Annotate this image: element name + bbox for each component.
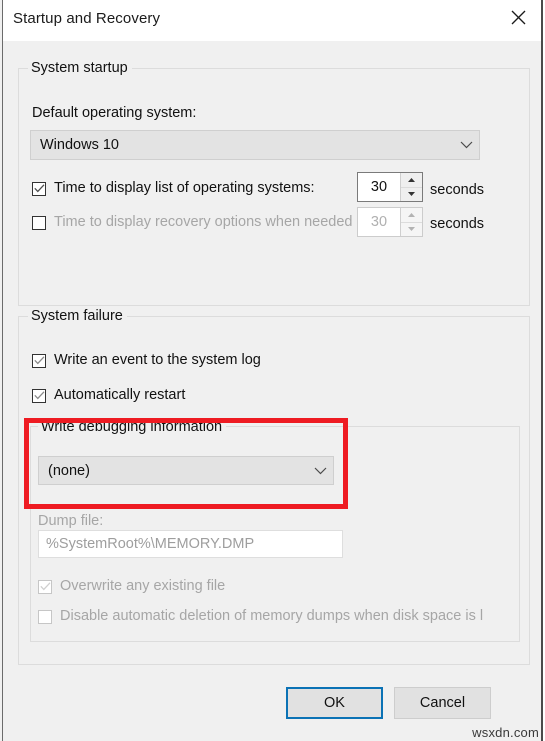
check-icon: [33, 356, 44, 365]
window-title: Startup and Recovery: [13, 10, 161, 27]
startup-and-recovery-dialog: Startup and Recovery System startup Defa…: [0, 0, 545, 741]
stepper-down-icon[interactable]: [401, 188, 422, 202]
check-icon: [39, 582, 50, 591]
write-event-label: Write an event to the system log: [54, 352, 261, 368]
time-to-display-list-stepper[interactable]: 30: [357, 172, 423, 202]
dump-file-label: Dump file:: [38, 513, 104, 529]
default-os-value: Windows 10: [40, 137, 119, 153]
default-os-dropdown[interactable]: Windows 10: [30, 130, 480, 160]
overwrite-existing-file-label: Overwrite any existing file: [60, 578, 226, 594]
time-to-display-recovery-stepper: 30: [357, 207, 423, 237]
time-to-display-list-label: Time to display list of operating system…: [54, 180, 315, 196]
checkbox-box: [38, 609, 52, 624]
disable-automatic-deletion-label: Disable automatic deletion of memory dum…: [60, 608, 484, 624]
chevron-down-icon: [307, 467, 333, 475]
system-failure-legend: System failure: [28, 308, 127, 324]
checkbox-box: [32, 388, 46, 403]
disable-automatic-deletion-checkbox: Disable automatic deletion of memory dum…: [38, 608, 483, 625]
window-left-border: [2, 0, 3, 741]
check-icon: [33, 184, 44, 193]
stepper-buttons: [400, 208, 422, 236]
watermark: wsxdn.com: [472, 725, 539, 740]
automatically-restart-label: Automatically restart: [54, 387, 186, 403]
close-icon[interactable]: [496, 0, 541, 34]
seconds-label-2: seconds: [430, 216, 485, 232]
system-startup-legend: System startup: [28, 60, 132, 76]
checkbox-box: [32, 353, 46, 368]
cancel-button[interactable]: Cancel: [394, 687, 491, 719]
time-to-display-list-value[interactable]: 30: [358, 173, 400, 201]
ok-button[interactable]: OK: [286, 687, 383, 719]
write-debugging-value: (none): [48, 462, 90, 479]
stepper-up-icon: [401, 208, 422, 223]
checkbox-box: [38, 579, 52, 594]
time-to-display-list-checkbox[interactable]: Time to display list of operating system…: [32, 180, 315, 197]
seconds-label-1: seconds: [430, 182, 485, 198]
write-event-checkbox[interactable]: Write an event to the system log: [32, 352, 261, 369]
dump-file-input: %SystemRoot%\MEMORY.DMP: [38, 530, 343, 558]
stepper-up-icon[interactable]: [401, 173, 422, 188]
checkbox-box: [32, 215, 46, 230]
write-debugging-legend: Write debugging information: [38, 419, 227, 435]
default-os-label: Default operating system:: [32, 105, 197, 121]
time-to-display-recovery-value: 30: [370, 214, 388, 230]
checkbox-box: [32, 181, 46, 196]
title-bar: Startup and Recovery: [3, 0, 541, 41]
dump-file-value: %SystemRoot%\MEMORY.DMP: [46, 536, 255, 552]
chevron-down-icon: [453, 141, 479, 149]
check-icon: [33, 391, 44, 400]
stepper-buttons: [400, 173, 422, 201]
time-to-display-recovery-label: Time to display recovery options when ne…: [54, 214, 353, 230]
stepper-down-icon: [401, 223, 422, 237]
overwrite-existing-file-checkbox: Overwrite any existing file: [38, 578, 225, 595]
automatically-restart-checkbox[interactable]: Automatically restart: [32, 387, 185, 404]
write-debugging-dropdown[interactable]: (none): [38, 456, 334, 485]
time-to-display-recovery-checkbox[interactable]: Time to display recovery options when ne…: [32, 214, 353, 231]
